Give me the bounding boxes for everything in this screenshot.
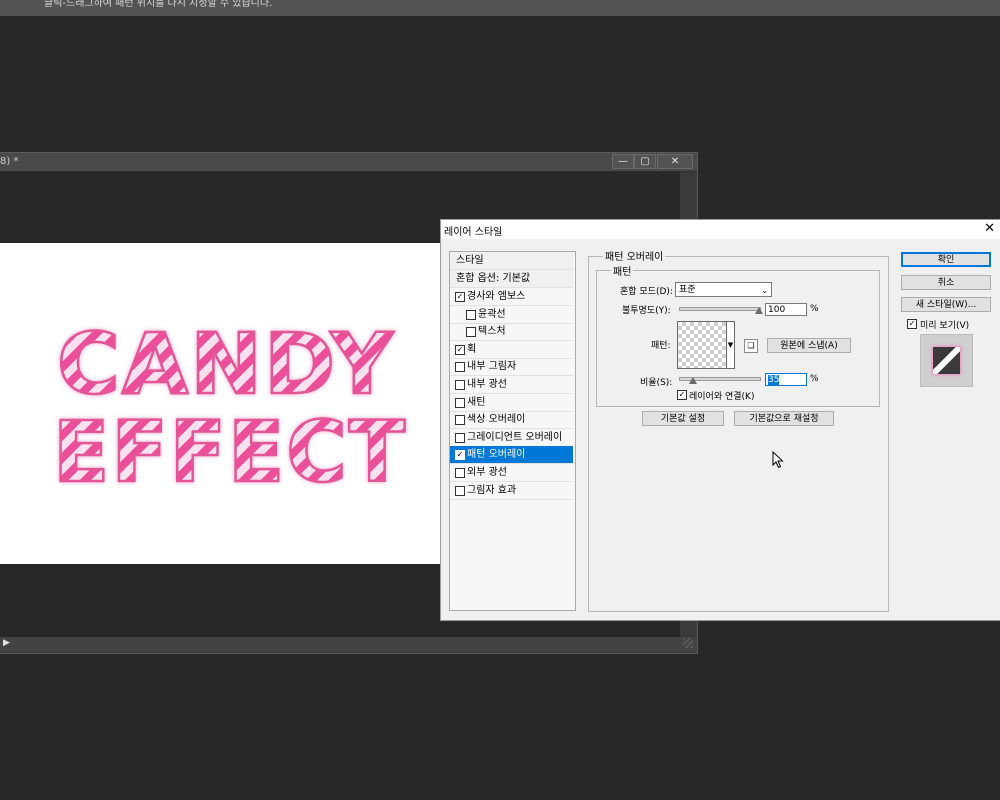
reset-to-default-button[interactable]: 기본값으로 재설정 [734,411,834,426]
info-text: 클릭-드래그하여 패턴 위치를 다시 지정할 수 있습니다. [44,0,273,9]
effect-checkbox[interactable] [455,397,465,408]
opacity-slider-thumb[interactable] [755,307,763,314]
effect-label: 그림자 효과 [467,484,517,496]
effect-item[interactable]: ✓ 획 [450,341,573,359]
new-preset-icon[interactable]: ❏ [744,339,758,353]
scale-value: 35 [768,375,780,385]
preview-checkbox[interactable]: ✓ [907,319,917,329]
effect-item[interactable]: 색상 오버레이 [450,411,573,430]
scale-percent: % [810,374,819,384]
maximize-button[interactable]: ▢ [634,154,656,169]
effect-item[interactable]: 내부 그림자 [450,358,573,377]
canvas-artwork[interactable]: CANDY EFFECT [0,243,440,564]
pattern-swatch[interactable] [677,321,727,369]
scale-label: 비율(S): [640,378,673,388]
effect-checkbox[interactable]: ✓ [455,344,465,355]
opacity-percent: % [810,304,819,314]
blend-mode-label: 혼합 모드(D): [620,287,673,297]
effect-label: 텍스처 [478,326,506,338]
effect-checkbox[interactable]: ✓ [455,450,465,461]
effect-item[interactable]: 외부 광선 [450,464,573,482]
close-document-button[interactable]: ✕ [657,154,693,169]
blend-mode-value: 표준 [679,285,696,295]
effect-checkbox[interactable] [466,327,476,338]
effect-item[interactable]: 텍스처 [450,323,573,342]
blend-mode-select[interactable]: 표준 ⌄ [675,282,772,297]
scale-input[interactable]: 35 [765,373,807,386]
effect-label: 외부 광선 [467,467,507,478]
effect-label: 색상 오버레이 [467,414,526,426]
document-titlebar[interactable]: 8) * — ▢ ✕ [0,153,697,172]
ok-button[interactable]: 확인 [901,252,991,267]
link-with-layer-label: 레이어와 연결(K) [689,392,755,402]
chevron-down-icon: ⌄ [761,286,768,295]
blending-options-label: 혼합 옵션: 기본값 [456,273,531,284]
opacity-input[interactable]: 100 [765,303,807,316]
minimize-button[interactable]: — [612,154,634,169]
effect-label: 경사와 엠보스 [467,291,526,302]
candy-text-artwork: CANDY EFFECT [52,314,407,503]
resize-grip-icon[interactable] [683,638,693,648]
effect-checkbox[interactable] [455,380,465,390]
opacity-slider-track[interactable] [679,307,761,311]
effect-checkbox[interactable] [455,432,465,443]
effect-label: 그레이디언트 오버레이 [467,431,563,443]
dialog-close-icon[interactable]: ✕ [984,221,995,236]
effect-item[interactable]: 그레이디언트 오버레이 [450,429,573,447]
effect-item[interactable]: 그림자 효과 [450,482,573,500]
dialog-title: 레이어 스타일 [444,227,503,238]
opacity-label: 불투명도(Y): [622,306,671,316]
effect-label: 내부 그림자 [467,361,517,373]
dialog-titlebar[interactable]: 레이어 스타일 ✕ [441,220,1000,239]
canvas-text-line-1: CANDY [57,315,395,413]
effect-label: 내부 광선 [467,379,507,390]
styles-header[interactable]: 스타일 [450,252,573,270]
effect-checkbox[interactable] [455,415,465,426]
effect-item[interactable]: ✓ 경사와 엠보스 [450,288,573,306]
link-with-layer-checkbox[interactable]: ✓ [677,390,687,400]
blending-options-item[interactable]: 혼합 옵션: 기본값 [450,270,573,288]
styles-list: 스타일 혼합 옵션: 기본값 ✓ 경사와 엠보스 윤곽선 텍스처 ✓ 획 내부 그림자 내부 … [449,251,576,611]
canvas-text-line-2: EFFECT [53,403,407,501]
layer-style-dialog: 레이어 스타일 ✕ 스타일 혼합 옵션: 기본값 ✓ 경사와 엠보스 윤곽선 텍스처 ✓… [440,219,1000,621]
cancel-button[interactable]: 취소 [901,275,991,290]
document-statusbar: ▶ [0,637,697,652]
snap-to-origin-button[interactable]: 원본에 스냅(A) [767,338,851,353]
effect-item[interactable]: 윤곽선 [450,306,573,324]
effect-checkbox[interactable] [455,362,465,373]
effect-checkbox[interactable] [455,468,465,478]
mouse-cursor-icon [772,451,784,469]
effect-checkbox[interactable]: ✓ [455,292,465,302]
new-style-button[interactable]: 새 스타일(W)... [901,297,991,312]
effect-checkbox[interactable] [466,309,476,320]
effect-label: 획 [467,343,477,355]
styles-header-label: 스타일 [456,255,484,266]
document-title: 8) * [0,156,19,167]
preview-swatch [933,347,960,374]
status-menu-arrow-icon[interactable]: ▶ [3,638,10,648]
effect-checkbox[interactable] [455,485,465,496]
effect-label: 패턴 오버레이 [467,449,526,461]
info-bar: 클릭-드래그하여 패턴 위치를 다시 지정할 수 있습니다. [0,0,1000,16]
preview-label: 미리 보기(V) [920,321,970,331]
make-default-button[interactable]: 기본값 설정 [642,411,724,426]
scale-slider-thumb[interactable] [689,377,697,384]
effect-item[interactable]: 새틴 [450,394,573,412]
effect-item[interactable]: 내부 광선 [450,376,573,394]
group-title: 패턴 [611,263,634,278]
effect-label: 새틴 [467,396,486,408]
section-title: 패턴 오버레이 [603,248,666,263]
effect-label: 윤곽선 [478,308,506,320]
style-preview-thumbnail [920,334,973,387]
pattern-picker-arrow-icon[interactable]: ▼ [726,321,735,369]
pattern-label: 패턴: [651,341,671,351]
effect-item[interactable]: ✓ 패턴 오버레이 [450,446,573,465]
